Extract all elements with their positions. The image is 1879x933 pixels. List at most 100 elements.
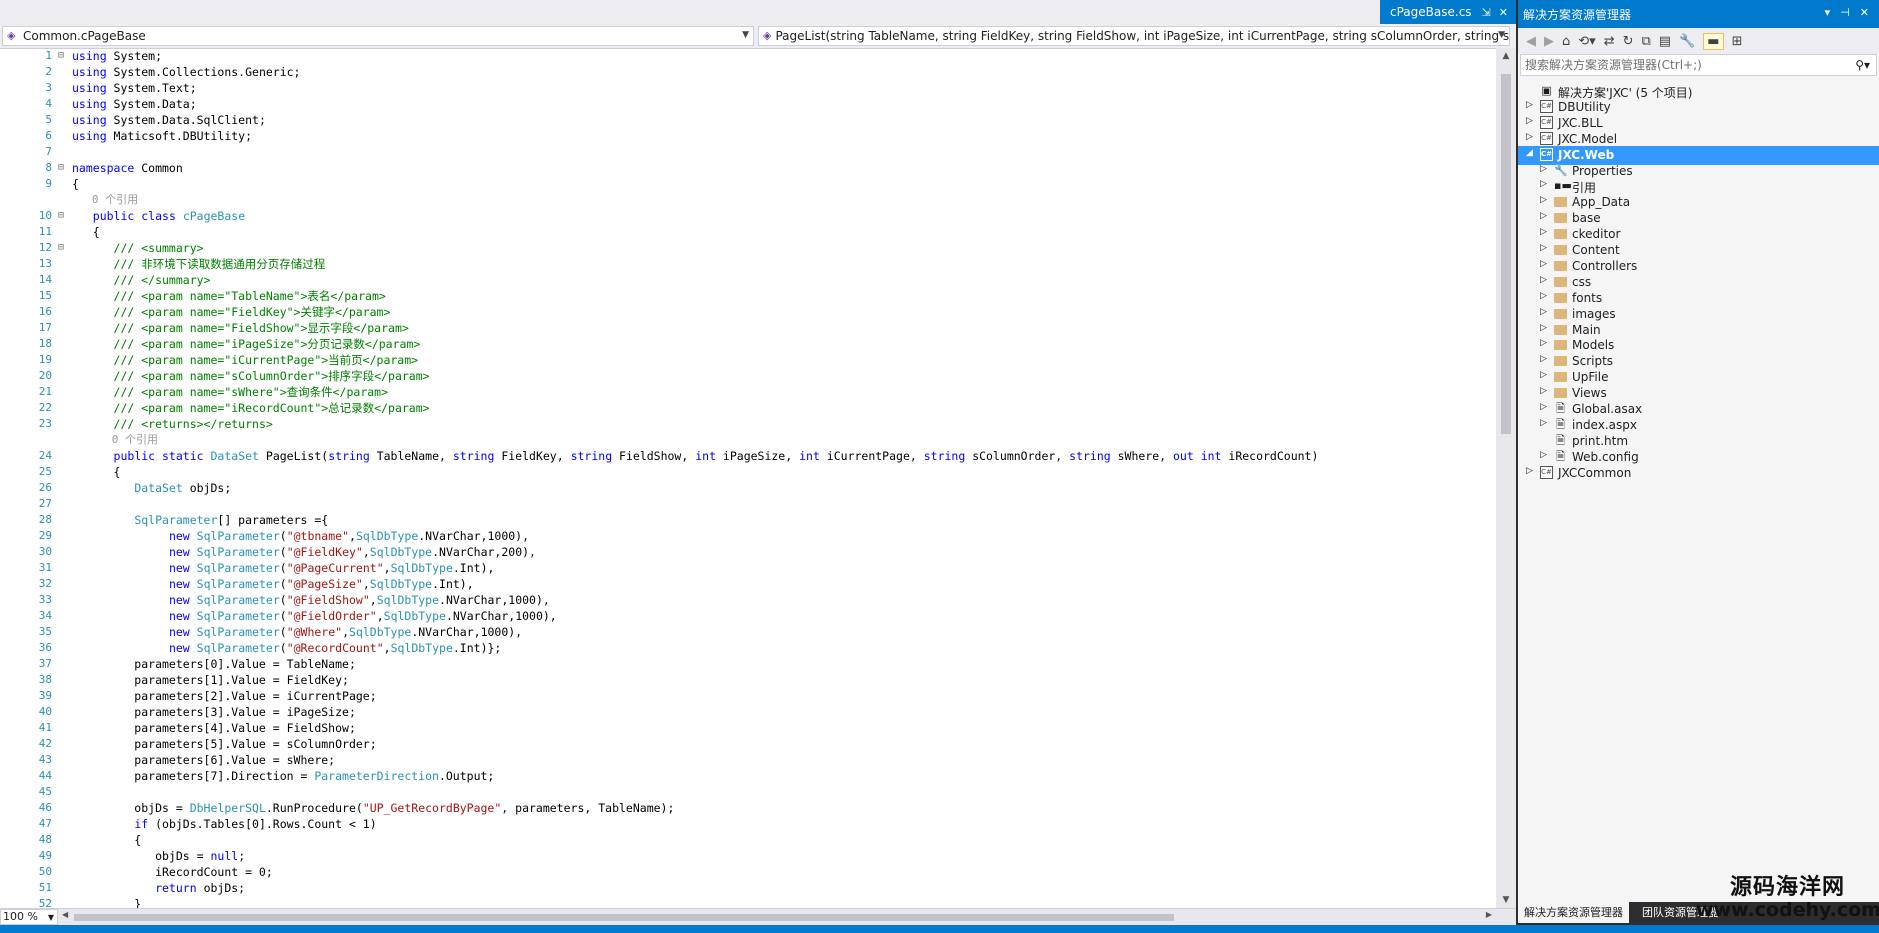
properties-icon[interactable]: 🔧 [1679,34,1695,49]
line-number: 48 [38,833,52,846]
reference-count[interactable]: 0 个引用 [72,432,158,448]
expand-arrow-icon[interactable]: ▷ [1540,323,1547,333]
close-icon[interactable]: ✕ [1499,6,1508,19]
expand-arrow-icon[interactable]: ▷ [1540,195,1547,205]
collapse-icon[interactable]: ⊟ [58,48,69,64]
line-number: 28 [38,513,52,526]
horizontal-scroll-thumb[interactable] [74,914,1174,921]
code-text: /// <param name="iPageSize">分页记录数</param… [113,337,421,351]
line-number: 7 [45,145,52,158]
class-diagram-icon[interactable]: ⊞ [1732,34,1743,49]
expand-arrow-icon[interactable]: ▷ [1540,354,1547,364]
scroll-down-icon[interactable]: ▼ [1496,892,1516,908]
tab-cpagebase[interactable]: cPageBase.cs ⇲ ✕ [1380,0,1516,24]
tree-item-label: Controllers [1572,259,1638,273]
expand-arrow-icon[interactable]: ▷ [1526,116,1533,126]
code-text: { [72,465,121,479]
member-dropdown[interactable]: ◈ PageList(string TableName, string Fiel… [758,26,1510,46]
close-icon[interactable]: ✕ [1860,6,1869,19]
expand-arrow-icon[interactable]: ▷ [1540,338,1547,348]
code-text-area[interactable]: 1 ⊟ using System; 2 using System.Collections… [0,48,1496,908]
line-number: 26 [38,481,52,494]
zoom-dropdown[interactable]: 100 % ▼ [0,909,58,925]
code-text: objDs = null; [72,849,246,863]
back-icon[interactable]: ◀ [1526,34,1536,49]
line-number: 3 [45,81,52,94]
home-icon[interactable]: ⌂ [1562,34,1570,49]
collapse-icon[interactable]: ⊟ [58,160,69,176]
line-number: 22 [38,401,52,414]
tab-solution-explorer[interactable]: 解决方案资源管理器 [1518,902,1629,923]
line-number: 29 [38,529,52,542]
expand-arrow-icon[interactable]: ▷ [1540,227,1547,237]
expand-arrow-icon[interactable]: ▷ [1540,259,1547,269]
csharp-project-icon: C# [1540,132,1553,145]
folder-icon [1554,291,1567,304]
line-number: 36 [38,641,52,654]
show-all-files-icon[interactable]: ▤ [1659,34,1671,49]
solution-explorer-title-bar: 解决方案资源管理器 ▾ ⊣ ✕ [1518,0,1879,28]
expand-arrow-icon[interactable]: ▷ [1526,100,1533,110]
scroll-right-icon[interactable]: ▶ [1486,910,1492,919]
sync-icon[interactable]: ⇄ [1604,34,1615,49]
horizontal-scrollbar[interactable]: ◀ ▶ [62,910,1492,923]
tree-item-label: JXC.Model [1558,132,1618,146]
line-number: 16 [38,305,52,318]
expand-arrow-icon[interactable]: ▷ [1540,450,1547,460]
code-text: using System.Text; [72,81,197,95]
expand-arrow-icon[interactable]: ▷ [1540,402,1547,412]
zoom-value: 100 % [3,910,38,923]
chevron-down-icon: ▼ [1498,30,1505,40]
type-dropdown[interactable]: ◈ Common.cPageBase ▼ [2,26,754,46]
expand-arrow-icon[interactable]: ▷ [1540,418,1547,428]
type-dropdown-value: Common.cPageBase [23,29,146,43]
expand-arrow-icon[interactable]: ▷ [1540,275,1547,285]
expand-arrow-icon[interactable]: ▷ [1540,307,1547,317]
line-number: 2 [45,65,52,78]
collapse-icon[interactable]: ⊟ [58,240,69,256]
expand-arrow-icon[interactable]: ▷ [1540,370,1547,380]
line-number: 15 [38,289,52,302]
code-text: /// <returns></returns> [113,417,273,431]
class-icon: ◈ [7,29,16,42]
expand-arrow-icon[interactable]: ▷ [1540,243,1547,253]
expand-arrow-icon[interactable]: ▷ [1540,211,1547,221]
preview-icon[interactable]: ▬ [1703,32,1724,50]
pin-icon[interactable]: ⊣ [1840,6,1850,19]
expand-arrow-icon[interactable]: ▷ [1540,179,1547,189]
expand-arrow-icon[interactable]: ▷ [1526,466,1533,476]
code-text: public static DataSet PageList(string Ta… [113,449,1319,463]
tree-item[interactable]: ▷ C# JXCCommon [1518,464,1879,483]
expand-arrow-icon[interactable]: ▷ [1540,386,1547,396]
history-icon[interactable]: ⟲▾ [1578,34,1595,49]
collapse-icon[interactable]: ⊟ [58,208,69,224]
reference-count[interactable]: 0 个引用 [72,192,138,208]
file-icon: 🗎 [1556,450,1565,463]
dropdown-arrow-icon[interactable]: ▾ [1825,6,1831,19]
solution-search-input[interactable]: 搜索解决方案资源管理器(Ctrl+;) ⚲▾ [1520,54,1877,76]
code-text: new SqlParameter("@PageCurrent",SqlDbTyp… [168,561,495,575]
expand-arrow-icon[interactable]: ▷ [1540,164,1547,174]
collapse-all-icon[interactable]: ⧉ [1642,34,1651,49]
code-text: SqlParameter[] parameters ={ [134,513,329,527]
forward-icon[interactable]: ▶ [1544,34,1554,49]
panel-title: 解决方案资源管理器 [1523,7,1632,22]
refresh-icon[interactable]: ↻ [1623,34,1634,49]
folder-icon [1554,275,1567,288]
expand-arrow-icon[interactable]: ▷ [1540,291,1547,301]
search-placeholder: 搜索解决方案资源管理器(Ctrl+;) [1525,58,1702,72]
tree-item-label: Views [1572,386,1607,400]
code-text: parameters[5].Value = sColumnOrder; [72,737,377,751]
vertical-scroll-thumb[interactable] [1501,74,1511,434]
code-text: using System.Data.SqlClient; [72,113,266,127]
line-number: 27 [38,497,52,510]
collapse-arrow-icon[interactable]: ◢ [1526,148,1533,158]
vertical-scrollbar[interactable]: ▲ ▼ [1496,48,1516,908]
code-text: /// <param name="sColumnOrder">排序字段</par… [113,369,430,383]
search-icon[interactable]: ⚲▾ [1855,55,1870,75]
scroll-left-icon[interactable]: ◀ [62,910,68,919]
pin-icon[interactable]: ⇲ [1482,6,1491,19]
expand-arrow-icon[interactable]: ▷ [1526,132,1533,142]
scroll-up-icon[interactable]: ▲ [1496,48,1516,64]
solution-icon: ▣ [1541,84,1552,97]
